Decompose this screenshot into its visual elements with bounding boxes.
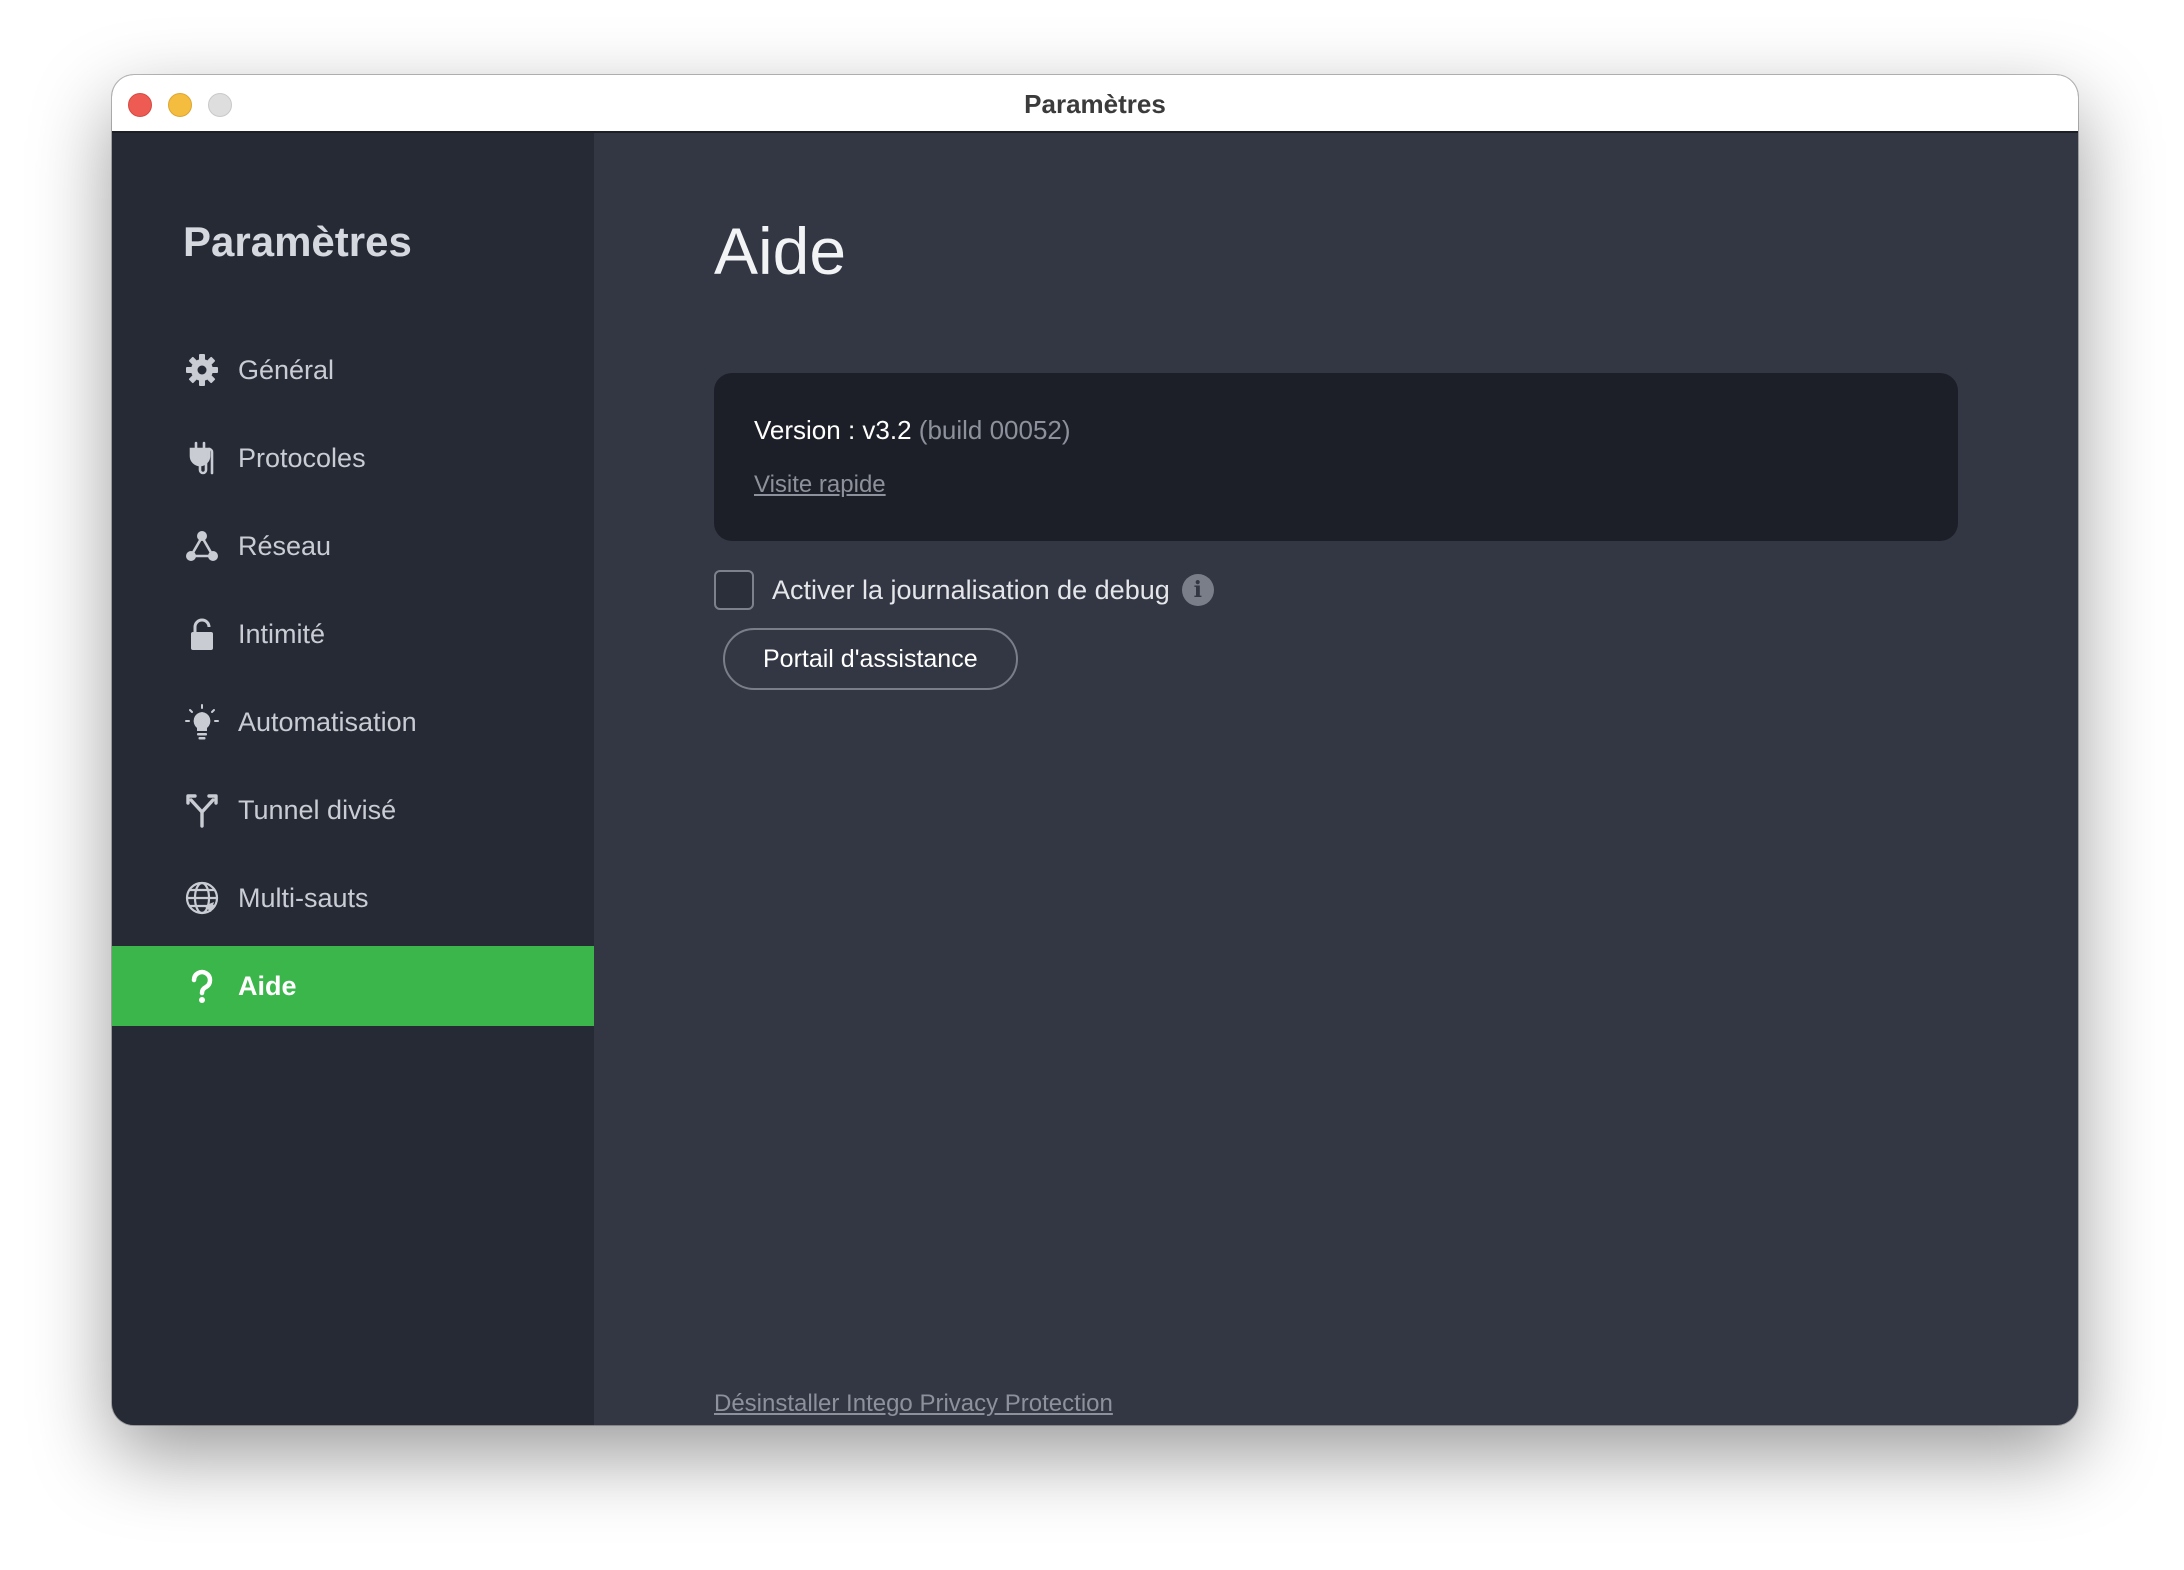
lock-icon bbox=[182, 614, 222, 654]
sidebar-item-label: Aide bbox=[238, 970, 297, 1001]
network-icon bbox=[182, 526, 222, 566]
sidebar-item-privacy[interactable]: Intimité bbox=[112, 594, 594, 674]
build-number: (build 00052) bbox=[918, 415, 1071, 445]
version-info: Version : v3.2 (build 00052) bbox=[754, 415, 1071, 446]
quick-tour-link[interactable]: Visite rapide bbox=[754, 471, 886, 499]
window-title: Paramètres bbox=[1024, 89, 1166, 119]
plug-icon bbox=[182, 438, 222, 478]
debug-logging-checkbox[interactable] bbox=[714, 570, 754, 610]
sidebar-item-label: Automatisation bbox=[238, 706, 417, 737]
info-icon[interactable]: i bbox=[1181, 574, 1214, 606]
sidebar-item-split-tunnel[interactable]: Tunnel divisé bbox=[112, 770, 594, 850]
sidebar-item-label: Tunnel divisé bbox=[238, 794, 397, 825]
version-card: Version : v3.2 (build 00052) Visite rapi… bbox=[714, 373, 1958, 541]
sidebar-item-automation[interactable]: Automatisation bbox=[112, 682, 594, 762]
main-panel: Aide Version : v3.2 (build 00052) Visite… bbox=[594, 133, 2078, 1425]
sidebar-item-general[interactable]: Général bbox=[112, 330, 594, 410]
gear-icon bbox=[182, 350, 222, 390]
sidebar-heading: Paramètres bbox=[183, 218, 412, 265]
split-arrow-icon bbox=[182, 790, 222, 830]
page-title: Aide bbox=[714, 214, 847, 288]
sidebar-item-multihop[interactable]: Multi-sauts bbox=[112, 858, 594, 938]
title-bar: Paramètres bbox=[112, 75, 2078, 133]
version-label: Version : v3.2 bbox=[754, 415, 912, 445]
support-portal-button[interactable]: Portail d'assistance bbox=[723, 628, 1018, 690]
lightbulb-icon bbox=[182, 702, 222, 742]
sidebar-item-label: Multi-sauts bbox=[238, 882, 369, 913]
sidebar-item-help[interactable]: Aide bbox=[112, 946, 594, 1026]
sidebar-item-protocols[interactable]: Protocoles bbox=[112, 418, 594, 498]
uninstall-link[interactable]: Désinstaller Intego Privacy Protection bbox=[714, 1390, 1113, 1418]
debug-logging-label: Activer la journalisation de debug bbox=[772, 574, 1170, 605]
debug-logging-row: Activer la journalisation de debug i bbox=[714, 570, 1214, 610]
sidebar-item-label: Protocoles bbox=[238, 442, 366, 473]
sidebar-nav: Général Protocoles Réseau Intimité Autom… bbox=[112, 330, 594, 1026]
sidebar-item-label: Général bbox=[238, 354, 335, 385]
settings-window: Paramètres Paramètres Général Protocoles… bbox=[112, 75, 2078, 1425]
sidebar-item-label: Réseau bbox=[238, 530, 332, 561]
sidebar-item-label: Intimité bbox=[238, 618, 326, 649]
sidebar: Paramètres Général Protocoles Réseau Int… bbox=[112, 133, 594, 1425]
globe-icon bbox=[182, 878, 222, 918]
question-icon bbox=[182, 966, 222, 1006]
sidebar-item-network[interactable]: Réseau bbox=[112, 506, 594, 586]
